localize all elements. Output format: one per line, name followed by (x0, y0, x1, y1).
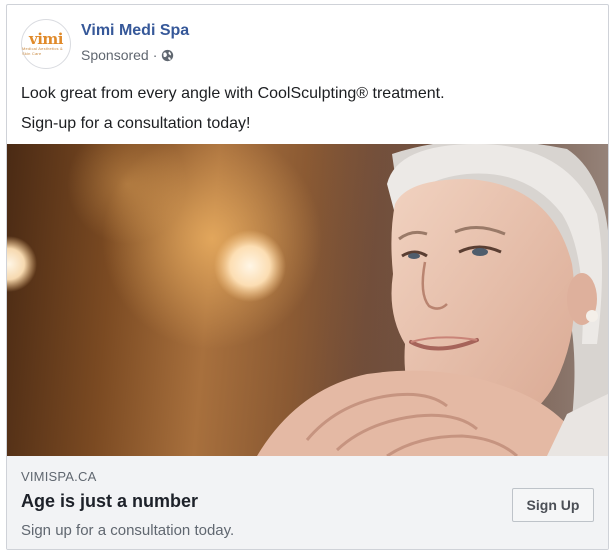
sponsored-post: vimi Medical Aesthetics & Skin Care Vimi… (6, 4, 609, 550)
page-avatar[interactable]: vimi Medical Aesthetics & Skin Care (21, 19, 71, 69)
link-headline[interactable]: Age is just a number (21, 491, 198, 512)
post-header: vimi Medical Aesthetics & Skin Care Vimi… (21, 19, 581, 69)
link-description: Sign up for a consultation today. (21, 522, 235, 539)
sponsored-label[interactable]: Sponsored (81, 47, 149, 63)
sponsored-line: Sponsored · (81, 47, 174, 63)
avatar-logo-subtext: Medical Aesthetics & Skin Care (22, 46, 63, 56)
post-caption: Look great from every angle with CoolScu… (21, 79, 596, 139)
caption-line: Look great from every angle with CoolScu… (21, 85, 445, 102)
separator-dot: · (152, 47, 158, 63)
page-name-link[interactable]: Vimi Medi Spa (81, 22, 189, 40)
caption-line: Sign-up for a consultation today! (21, 115, 251, 132)
sign-up-button[interactable]: Sign Up (512, 488, 594, 522)
avatar-logo-text: vimi (29, 30, 63, 48)
link-domain: VIMISPA.CA (21, 469, 97, 484)
globe-icon[interactable] (161, 49, 174, 62)
link-card[interactable]: VIMISPA.CA Age is just a number Sign up … (7, 456, 608, 549)
ad-hero-image[interactable] (7, 144, 608, 456)
ad-hero-illustration (7, 144, 608, 456)
